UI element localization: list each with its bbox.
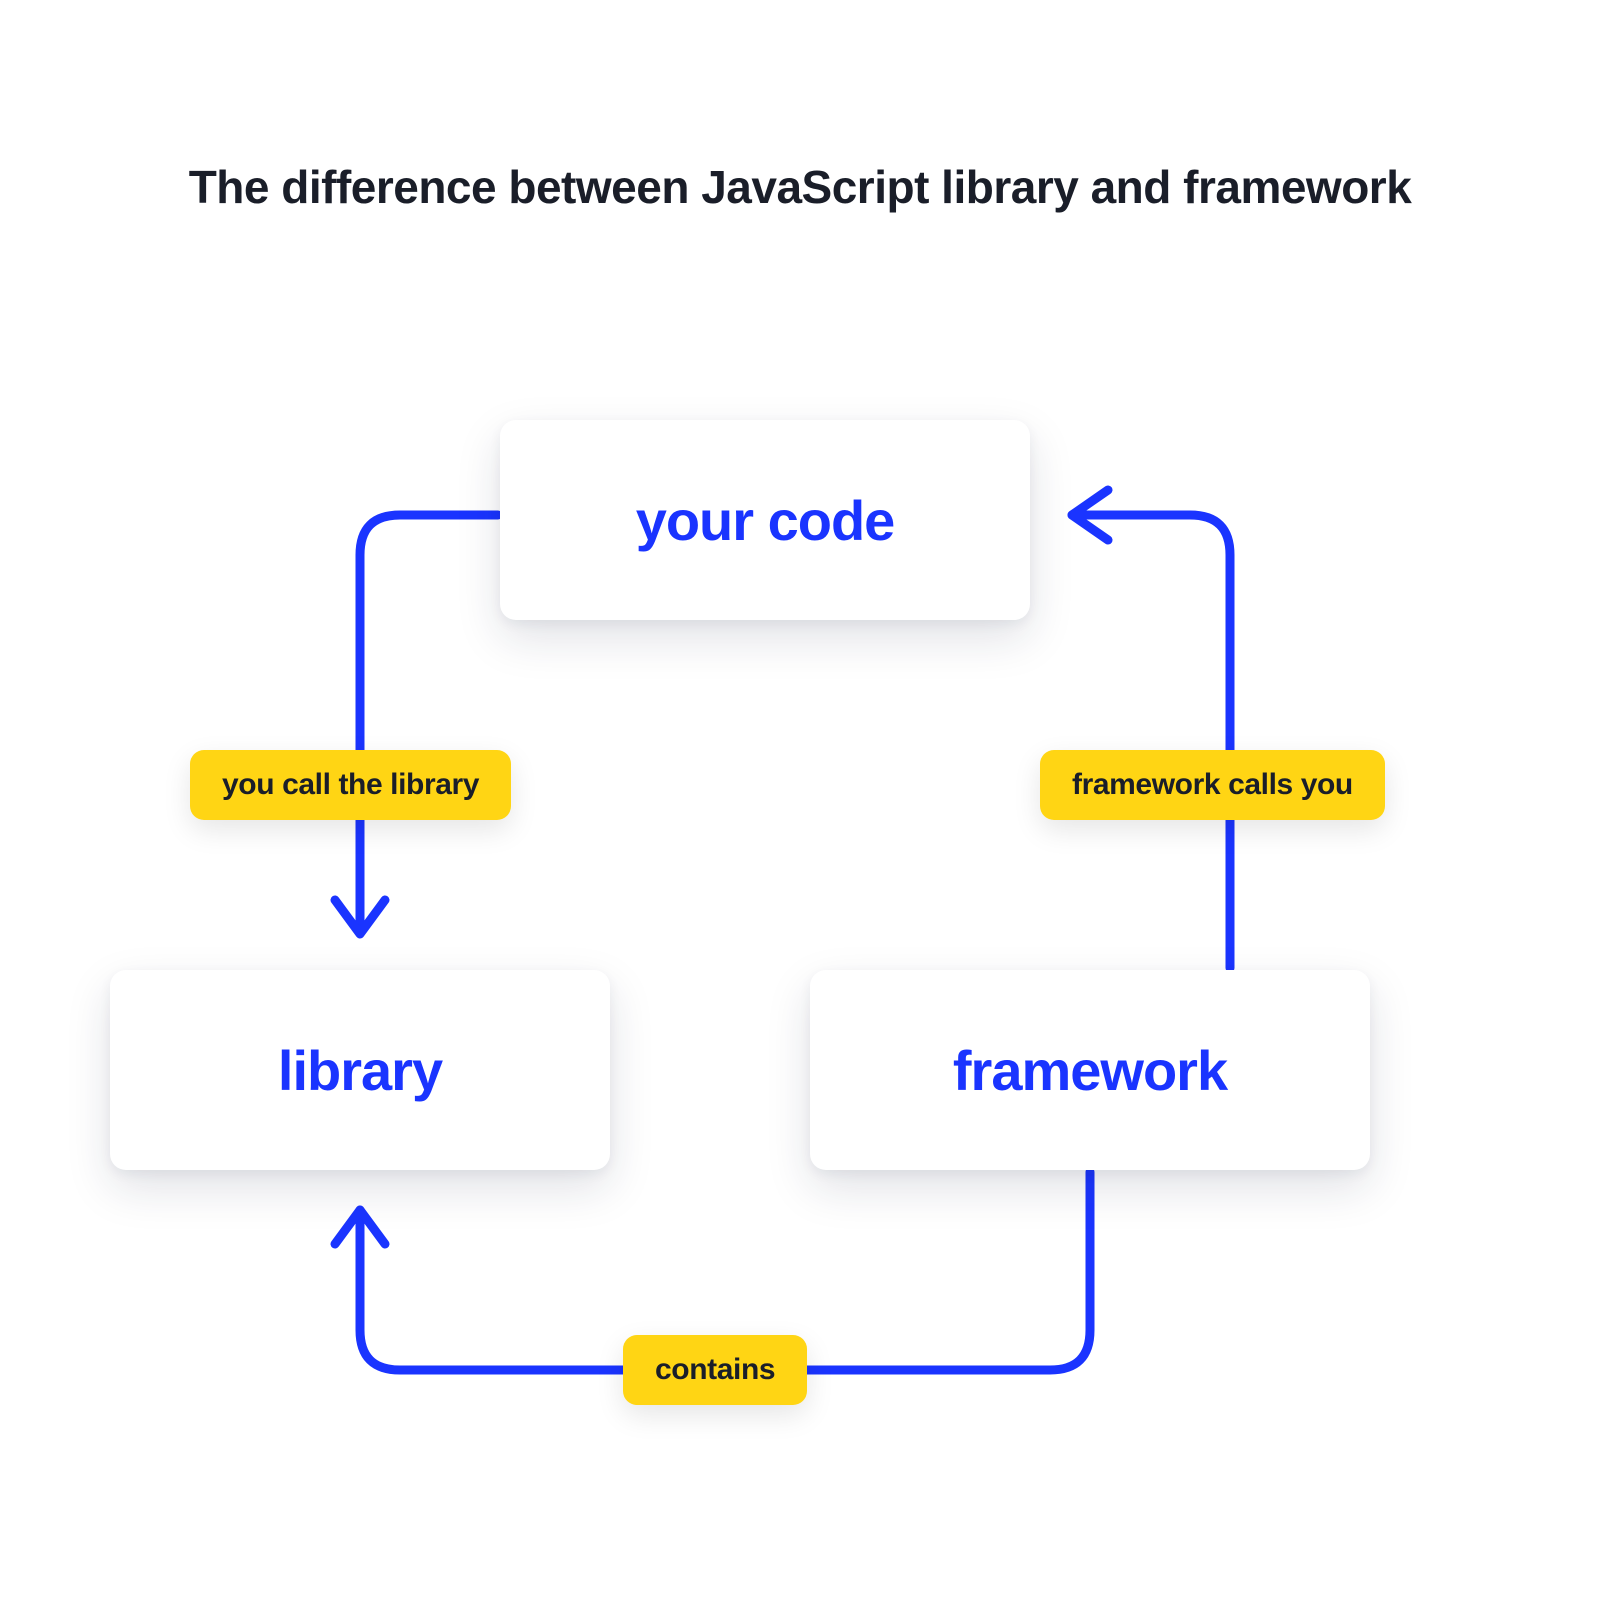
node-your-code: your code <box>500 420 1030 620</box>
arrow-framework-to-yourcode <box>1072 515 1230 968</box>
node-framework: framework <box>810 970 1370 1170</box>
edge-label-bottom-text: contains <box>655 1353 775 1387</box>
edge-label-contains: contains <box>623 1335 807 1405</box>
node-your-code-label: your code <box>636 488 895 553</box>
diagram-stage: The difference between JavaScript librar… <box>0 0 1600 1600</box>
arrowhead-up-icon <box>335 1210 385 1244</box>
arrowhead-left-icon <box>1072 490 1108 540</box>
arrow-yourcode-to-library <box>360 515 498 930</box>
edge-label-you-call-the-library: you call the library <box>190 750 511 820</box>
edge-label-right-text: framework calls you <box>1072 768 1353 802</box>
node-library-label: library <box>278 1038 442 1103</box>
edge-label-framework-calls-you: framework calls you <box>1040 750 1385 820</box>
arrowhead-down-icon <box>335 900 385 934</box>
edge-label-left-text: you call the library <box>222 768 479 802</box>
node-framework-label: framework <box>953 1038 1227 1103</box>
node-library: library <box>110 970 610 1170</box>
diagram-title: The difference between JavaScript librar… <box>0 160 1600 214</box>
